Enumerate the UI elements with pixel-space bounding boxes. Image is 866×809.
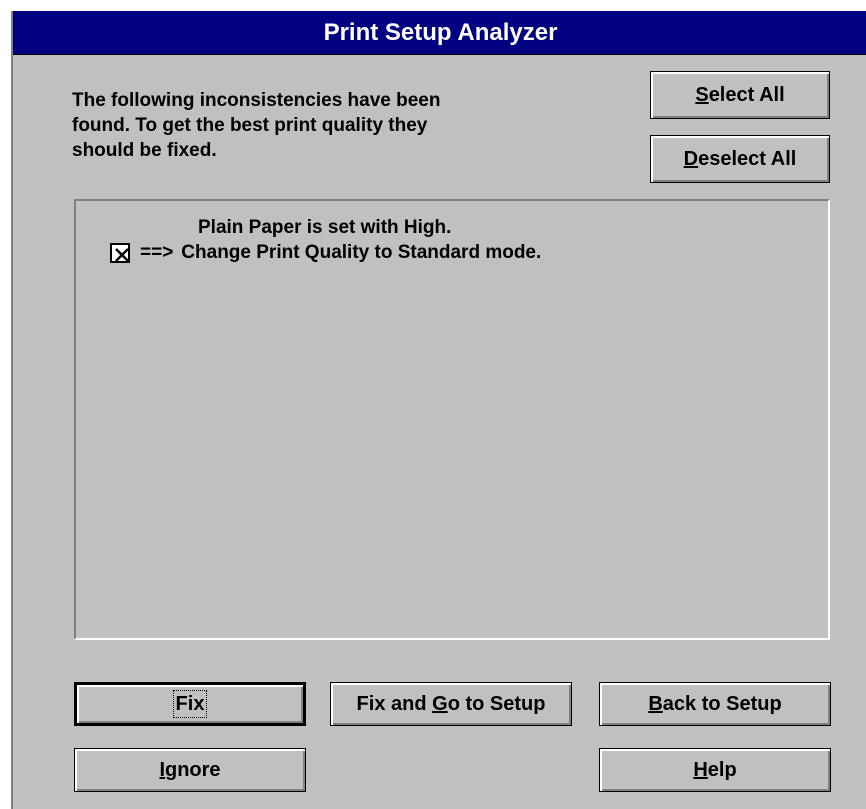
fix-suggestion-text: Change Print Quality to Standard mode.: [181, 242, 542, 263]
checkmark-x-icon: [115, 247, 129, 262]
back-to-setup-mnemonic: B: [648, 692, 663, 715]
select-all-mnemonic: S: [695, 83, 709, 106]
arrow-indicator: ==>: [140, 242, 174, 263]
fix-and-go-mnemonic: G: [432, 692, 448, 715]
dialog-title-bar[interactable]: Print Setup Analyzer: [13, 11, 866, 55]
select-all-button[interactable]: Select All: [650, 71, 830, 119]
help-mnemonic: H: [693, 758, 708, 781]
description-line-2: found. To get the best print quality the…: [72, 115, 428, 136]
select-all-label: elect All: [708, 83, 785, 106]
inconsistencies-list[interactable]: Plain Paper is set with High. ==> Change…: [74, 199, 830, 640]
description-line-3: should be fixed.: [72, 140, 217, 161]
deselect-all-button[interactable]: Deselect All: [650, 135, 830, 183]
deselect-all-mnemonic: D: [683, 147, 699, 170]
fix-and-go-label-prefix: Fix and: [356, 692, 433, 715]
ignore-label: gnore: [165, 758, 221, 781]
ignore-button[interactable]: Ignore: [74, 748, 306, 792]
back-to-setup-button[interactable]: Back to Setup: [599, 682, 831, 726]
print-setup-analyzer-dialog: Print Setup Analyzer The following incon…: [11, 11, 866, 809]
fix-button-label: Fix: [172, 689, 208, 718]
fix-checkbox[interactable]: [110, 242, 130, 263]
problem-text: Plain Paper is set with High.: [198, 217, 452, 238]
fix-and-go-label-rest: o to Setup: [447, 692, 546, 715]
deselect-all-label: eselect All: [698, 147, 797, 170]
help-button[interactable]: Help: [599, 748, 831, 792]
list-item[interactable]: Plain Paper is set with High. ==> Change…: [110, 215, 541, 265]
help-label: elp: [707, 758, 737, 781]
dialog-title: Print Setup Analyzer: [323, 19, 558, 46]
description-text: The following inconsistencies have been …: [72, 88, 592, 163]
fix-and-go-to-setup-button[interactable]: Fix and Go to Setup: [330, 682, 572, 726]
fix-button[interactable]: Fix: [74, 682, 306, 726]
description-line-1: The following inconsistencies have been: [72, 90, 441, 111]
back-to-setup-label: ack to Setup: [662, 692, 782, 715]
